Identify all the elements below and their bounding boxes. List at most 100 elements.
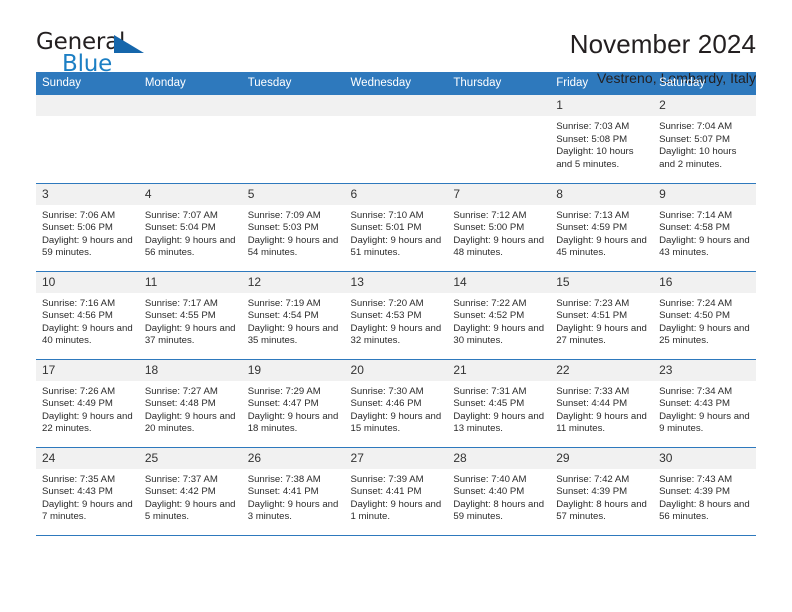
day-number: 11: [138, 271, 242, 293]
day-cell[interactable]: 11 Sunrise: 7:17 AM Sunset: 4:55 PM Dayl…: [138, 271, 242, 360]
day-number: [138, 95, 242, 116]
daylight-text: Daylight: 9 hours and 35 minutes.: [247, 322, 339, 347]
day-number: 29: [550, 447, 654, 469]
day-details: Sunrise: 7:06 AM Sunset: 5:06 PM Dayligh…: [36, 205, 139, 260]
day-details: Sunrise: 7:39 AM Sunset: 4:41 PM Dayligh…: [345, 469, 448, 524]
day-cell[interactable]: 3 Sunrise: 7:06 AM Sunset: 5:06 PM Dayli…: [36, 183, 139, 272]
calendar-body: 1 Sunrise: 7:03 AM Sunset: 5:08 PM Dayli…: [36, 95, 756, 536]
day-details: Sunrise: 7:35 AM Sunset: 4:43 PM Dayligh…: [36, 469, 139, 524]
day-number: 5: [241, 183, 345, 205]
sunset-text: Sunset: 4:45 PM: [453, 398, 525, 410]
calendar-week-row: 1 Sunrise: 7:03 AM Sunset: 5:08 PM Dayli…: [36, 95, 756, 184]
calendar-page: General Blue November 2024 Vestreno, Lom…: [0, 0, 792, 612]
sunrise-text: Sunrise: 7:34 AM: [659, 385, 733, 397]
day-cell[interactable]: 2 Sunrise: 7:04 AM Sunset: 5:07 PM Dayli…: [653, 95, 756, 184]
daylight-text: Daylight: 9 hours and 25 minutes.: [659, 322, 750, 347]
brand-logo[interactable]: General Blue: [36, 29, 156, 85]
day-cell[interactable]: 27 Sunrise: 7:39 AM Sunset: 4:41 PM Dayl…: [344, 447, 448, 536]
day-cell[interactable]: 16 Sunrise: 7:24 AM Sunset: 4:50 PM Dayl…: [653, 271, 756, 360]
day-details: Sunrise: 7:24 AM Sunset: 4:50 PM Dayligh…: [653, 293, 756, 348]
sunrise-text: Sunrise: 7:40 AM: [453, 473, 527, 485]
day-number: 12: [241, 271, 345, 293]
day-cell[interactable]: 1 Sunrise: 7:03 AM Sunset: 5:08 PM Dayli…: [550, 95, 654, 184]
sunset-text: Sunset: 5:07 PM: [659, 133, 730, 145]
day-details: Sunrise: 7:20 AM Sunset: 4:53 PM Dayligh…: [345, 293, 448, 348]
day-cell[interactable]: 4 Sunrise: 7:07 AM Sunset: 5:04 PM Dayli…: [138, 183, 242, 272]
day-cell[interactable]: 9 Sunrise: 7:14 AM Sunset: 4:58 PM Dayli…: [653, 183, 756, 272]
sunset-text: Sunset: 4:48 PM: [144, 398, 216, 410]
day-cell-empty: [36, 95, 139, 184]
day-cell[interactable]: 6 Sunrise: 7:10 AM Sunset: 5:01 PM Dayli…: [344, 183, 448, 272]
day-details: Sunrise: 7:13 AM Sunset: 4:59 PM Dayligh…: [550, 205, 653, 260]
daylight-text: Daylight: 9 hours and 40 minutes.: [42, 322, 133, 347]
day-cell[interactable]: 19 Sunrise: 7:29 AM Sunset: 4:47 PM Dayl…: [241, 359, 345, 448]
day-cell[interactable]: 25 Sunrise: 7:37 AM Sunset: 4:42 PM Dayl…: [138, 447, 242, 536]
sunset-text: Sunset: 4:46 PM: [350, 398, 422, 410]
day-cell[interactable]: 29 Sunrise: 7:42 AM Sunset: 4:39 PM Dayl…: [550, 447, 654, 536]
sunset-text: Sunset: 4:56 PM: [42, 310, 113, 322]
sunrise-text: Sunrise: 7:42 AM: [556, 473, 630, 485]
day-cell[interactable]: 5 Sunrise: 7:09 AM Sunset: 5:03 PM Dayli…: [241, 183, 345, 272]
day-details: Sunrise: 7:34 AM Sunset: 4:43 PM Dayligh…: [653, 381, 756, 436]
daylight-text: Daylight: 9 hours and 48 minutes.: [453, 234, 545, 259]
day-cell[interactable]: 20 Sunrise: 7:30 AM Sunset: 4:46 PM Dayl…: [344, 359, 448, 448]
daylight-text: Daylight: 9 hours and 1 minute.: [350, 498, 442, 523]
sunrise-text: Sunrise: 7:09 AM: [247, 209, 321, 221]
sunset-text: Sunset: 4:50 PM: [659, 310, 730, 322]
day-number: 25: [138, 447, 242, 469]
sunset-text: Sunset: 4:49 PM: [42, 398, 113, 410]
day-number: 23: [653, 359, 756, 381]
day-cell[interactable]: 14 Sunrise: 7:22 AM Sunset: 4:52 PM Dayl…: [447, 271, 551, 360]
day-details: Sunrise: 7:38 AM Sunset: 4:41 PM Dayligh…: [242, 469, 345, 524]
sunset-text: Sunset: 4:54 PM: [247, 310, 319, 322]
day-number: 16: [653, 271, 756, 293]
day-cell-empty: [447, 95, 551, 184]
day-number: 10: [36, 271, 139, 293]
day-details: Sunrise: 7:27 AM Sunset: 4:48 PM Dayligh…: [139, 381, 242, 436]
sunrise-text: Sunrise: 7:31 AM: [453, 385, 527, 397]
calendar-grid: Sunday Monday Tuesday Wednesday Thursday…: [36, 72, 756, 536]
day-cell-empty: [241, 95, 345, 184]
day-number: [344, 95, 448, 116]
daylight-text: Daylight: 8 hours and 56 minutes.: [659, 498, 750, 523]
sunrise-text: Sunrise: 7:12 AM: [453, 209, 527, 221]
day-details: Sunrise: 7:12 AM Sunset: 5:00 PM Dayligh…: [447, 205, 550, 260]
day-cell[interactable]: 18 Sunrise: 7:27 AM Sunset: 4:48 PM Dayl…: [138, 359, 242, 448]
daylight-text: Daylight: 8 hours and 57 minutes.: [556, 498, 647, 523]
day-cell[interactable]: 10 Sunrise: 7:16 AM Sunset: 4:56 PM Dayl…: [36, 271, 139, 360]
sunrise-text: Sunrise: 7:26 AM: [42, 385, 116, 397]
day-cell[interactable]: 23 Sunrise: 7:34 AM Sunset: 4:43 PM Dayl…: [653, 359, 756, 448]
daylight-text: Daylight: 9 hours and 20 minutes.: [144, 410, 236, 435]
daylight-text: Daylight: 9 hours and 13 minutes.: [453, 410, 545, 435]
day-cell[interactable]: 24 Sunrise: 7:35 AM Sunset: 4:43 PM Dayl…: [36, 447, 139, 536]
day-cell[interactable]: 17 Sunrise: 7:26 AM Sunset: 4:49 PM Dayl…: [36, 359, 139, 448]
day-details: Sunrise: 7:31 AM Sunset: 4:45 PM Dayligh…: [447, 381, 550, 436]
sunrise-text: Sunrise: 7:23 AM: [556, 297, 630, 309]
day-cell[interactable]: 8 Sunrise: 7:13 AM Sunset: 4:59 PM Dayli…: [550, 183, 654, 272]
day-cell[interactable]: 28 Sunrise: 7:40 AM Sunset: 4:40 PM Dayl…: [447, 447, 551, 536]
sunset-text: Sunset: 4:43 PM: [659, 398, 730, 410]
day-number: 21: [447, 359, 551, 381]
day-cell[interactable]: 30 Sunrise: 7:43 AM Sunset: 4:39 PM Dayl…: [653, 447, 756, 536]
day-cell[interactable]: 12 Sunrise: 7:19 AM Sunset: 4:54 PM Dayl…: [241, 271, 345, 360]
sunset-text: Sunset: 4:53 PM: [350, 310, 422, 322]
day-cell[interactable]: 26 Sunrise: 7:38 AM Sunset: 4:41 PM Dayl…: [241, 447, 345, 536]
day-cell-empty: [344, 95, 448, 184]
day-cell[interactable]: 7 Sunrise: 7:12 AM Sunset: 5:00 PM Dayli…: [447, 183, 551, 272]
day-number: 7: [447, 183, 551, 205]
sunset-text: Sunset: 4:40 PM: [453, 486, 525, 498]
daylight-text: Daylight: 10 hours and 2 minutes.: [659, 146, 737, 170]
sunrise-text: Sunrise: 7:04 AM: [659, 121, 733, 132]
day-number: 22: [550, 359, 654, 381]
day-number: 17: [36, 359, 139, 381]
daylight-text: Daylight: 9 hours and 37 minutes.: [144, 322, 236, 347]
day-cell[interactable]: 15 Sunrise: 7:23 AM Sunset: 4:51 PM Dayl…: [550, 271, 654, 360]
day-cell[interactable]: 21 Sunrise: 7:31 AM Sunset: 4:45 PM Dayl…: [447, 359, 551, 448]
sunrise-text: Sunrise: 7:37 AM: [144, 473, 218, 485]
day-cell[interactable]: 13 Sunrise: 7:20 AM Sunset: 4:53 PM Dayl…: [344, 271, 448, 360]
sunrise-text: Sunrise: 7:24 AM: [659, 297, 733, 309]
day-details: Sunrise: 7:42 AM Sunset: 4:39 PM Dayligh…: [550, 469, 653, 524]
sunset-text: Sunset: 4:39 PM: [556, 486, 628, 498]
day-cell[interactable]: 22 Sunrise: 7:33 AM Sunset: 4:44 PM Dayl…: [550, 359, 654, 448]
page-title: November 2024: [569, 29, 756, 59]
